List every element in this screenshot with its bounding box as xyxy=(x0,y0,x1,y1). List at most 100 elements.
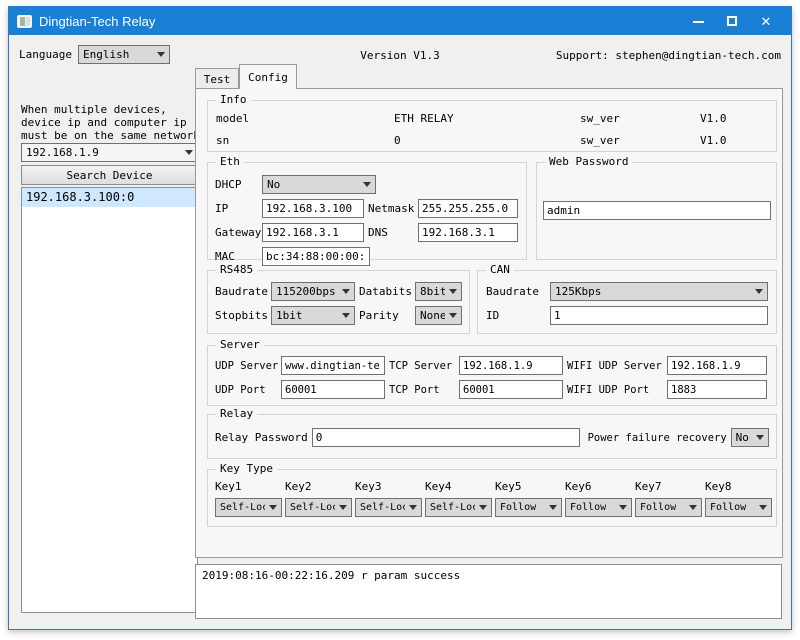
can-group-title: CAN xyxy=(486,263,514,277)
stopbits-select[interactable]: 1bit xyxy=(271,306,355,325)
udp-server-label: UDP Server xyxy=(215,360,281,372)
parity-label: Parity xyxy=(359,309,415,322)
maximize-icon xyxy=(727,16,737,26)
sw-ver-value: V1.0 xyxy=(700,112,727,125)
chevron-down-icon xyxy=(755,289,763,294)
relay-group: Relay Relay Password Power failure recov… xyxy=(207,414,777,459)
mac-input[interactable] xyxy=(262,247,370,266)
app-icon xyxy=(17,15,32,28)
key6-label: Key6 xyxy=(565,480,635,493)
maximize-button[interactable] xyxy=(715,7,749,35)
databits-label: Databits xyxy=(359,285,415,298)
key7-label: Key7 xyxy=(635,480,705,493)
minimize-button[interactable] xyxy=(681,7,715,35)
power-failure-recovery-select[interactable]: No xyxy=(731,428,769,447)
key-type-group: Key Type Key1 Self-Lock Key2 Self-Lock K… xyxy=(207,469,777,527)
rs485-baudrate-select[interactable]: 115200bps xyxy=(271,282,355,301)
netmask-label: Netmask xyxy=(368,202,418,215)
chevron-down-icon xyxy=(185,150,193,155)
tab-test[interactable]: Test xyxy=(195,68,239,89)
chevron-down-icon xyxy=(689,505,697,510)
chevron-down-icon xyxy=(756,435,764,440)
device-list[interactable]: 192.168.3.100:0 xyxy=(21,187,198,613)
close-button[interactable]: ✕ xyxy=(749,7,783,35)
chevron-down-icon xyxy=(269,505,277,510)
ip-input[interactable] xyxy=(262,199,364,218)
key4-label: Key4 xyxy=(425,480,495,493)
server-group: Server UDP Server TCP Server WIFI UDP Se… xyxy=(207,345,777,406)
databits-select[interactable]: 8bit xyxy=(415,282,462,301)
key1-select[interactable]: Self-Lock xyxy=(215,498,282,517)
udp-port-input[interactable] xyxy=(281,380,385,399)
power-failure-recovery-label: Power failure recovery xyxy=(588,432,727,444)
key2-select[interactable]: Self-Lock xyxy=(285,498,352,517)
tcp-port-input[interactable] xyxy=(459,380,563,399)
chevron-down-icon xyxy=(363,182,371,187)
info-group: Info model ETH RELAY sw_ver V1.0 sn 0 sw… xyxy=(207,100,777,152)
key5-select[interactable]: Follow xyxy=(495,498,562,517)
key-type-group-title: Key Type xyxy=(216,462,277,476)
dhcp-label: DHCP xyxy=(215,178,262,191)
local-ip-select[interactable]: 192.168.1.9 xyxy=(21,143,198,162)
server-group-title: Server xyxy=(216,338,264,352)
web-password-input[interactable] xyxy=(543,201,771,220)
search-device-button[interactable]: Search Device xyxy=(21,165,198,185)
key8-select[interactable]: Follow xyxy=(705,498,772,517)
rs485-group: RS485 Baudrate 115200bps Databits 8bit S… xyxy=(207,270,470,334)
key6-select[interactable]: Follow xyxy=(565,498,632,517)
tab-config[interactable]: Config xyxy=(239,64,297,89)
key1-col: Key1 Self-Lock xyxy=(215,480,285,517)
log-line: 2019:08:16-00:22:16.209 r param success xyxy=(202,569,775,583)
relay-group-title: Relay xyxy=(216,407,257,421)
key7-col: Key7 Follow xyxy=(635,480,705,517)
netmask-input[interactable] xyxy=(418,199,518,218)
udp-server-input[interactable] xyxy=(281,356,385,375)
dhcp-select[interactable]: No xyxy=(262,175,376,194)
sn-label: sn xyxy=(216,134,394,147)
stopbits-label: Stopbits xyxy=(215,309,271,322)
gateway-input[interactable] xyxy=(262,223,364,242)
support-label: Support: stephen@dingtian-tech.com xyxy=(556,49,781,62)
can-group: CAN Baudrate 125Kbps ID xyxy=(477,270,777,334)
key5-label: Key5 xyxy=(495,480,565,493)
rs485-baudrate-label: Baudrate xyxy=(215,285,271,298)
chevron-down-icon xyxy=(619,505,627,510)
tcp-port-label: TCP Port xyxy=(389,384,459,396)
key2-label: Key2 xyxy=(285,480,355,493)
key6-col: Key6 Follow xyxy=(565,480,635,517)
tcp-server-label: TCP Server xyxy=(389,360,459,372)
info-row: sn 0 sw_ver V1.0 xyxy=(208,129,776,151)
ip-label: IP xyxy=(215,202,262,215)
sw-ver-label: sw_ver xyxy=(580,134,700,147)
rs485-group-title: RS485 xyxy=(216,263,257,277)
chevron-down-icon xyxy=(759,505,767,510)
wifi-udp-port-input[interactable] xyxy=(667,380,767,399)
mac-label: MAC xyxy=(215,250,262,263)
key4-col: Key4 Self-Lock xyxy=(425,480,495,517)
wifi-udp-port-label: WIFI UDP Port xyxy=(567,384,667,396)
tcp-server-input[interactable] xyxy=(459,356,563,375)
key5-col: Key5 Follow xyxy=(495,480,565,517)
log-output[interactable]: 2019:08:16-00:22:16.209 r param success xyxy=(195,564,782,619)
titlebar[interactable]: Dingtian-Tech Relay ✕ xyxy=(9,7,791,35)
parity-select[interactable]: None xyxy=(415,306,462,325)
key7-select[interactable]: Follow xyxy=(635,498,702,517)
can-baudrate-select[interactable]: 125Kbps xyxy=(550,282,768,301)
chevron-down-icon xyxy=(409,505,417,510)
key3-label: Key3 xyxy=(355,480,425,493)
model-value: ETH RELAY xyxy=(394,112,580,125)
wifi-udp-server-input[interactable] xyxy=(667,356,767,375)
gateway-label: Gateway xyxy=(215,226,262,239)
key3-col: Key3 Self-Lock xyxy=(355,480,425,517)
chevron-down-icon xyxy=(342,313,350,318)
can-id-input[interactable] xyxy=(550,306,768,325)
eth-group: Eth DHCP No IP Netmask Gateway xyxy=(207,162,527,260)
minimize-icon xyxy=(693,21,704,23)
relay-password-input[interactable] xyxy=(312,428,580,447)
key3-select[interactable]: Self-Lock xyxy=(355,498,422,517)
dns-input[interactable] xyxy=(418,223,518,242)
key1-label: Key1 xyxy=(215,480,285,493)
device-list-item[interactable]: 192.168.3.100:0 xyxy=(22,188,197,207)
key4-select[interactable]: Self-Lock xyxy=(425,498,492,517)
wifi-udp-server-label: WIFI UDP Server xyxy=(567,360,667,372)
